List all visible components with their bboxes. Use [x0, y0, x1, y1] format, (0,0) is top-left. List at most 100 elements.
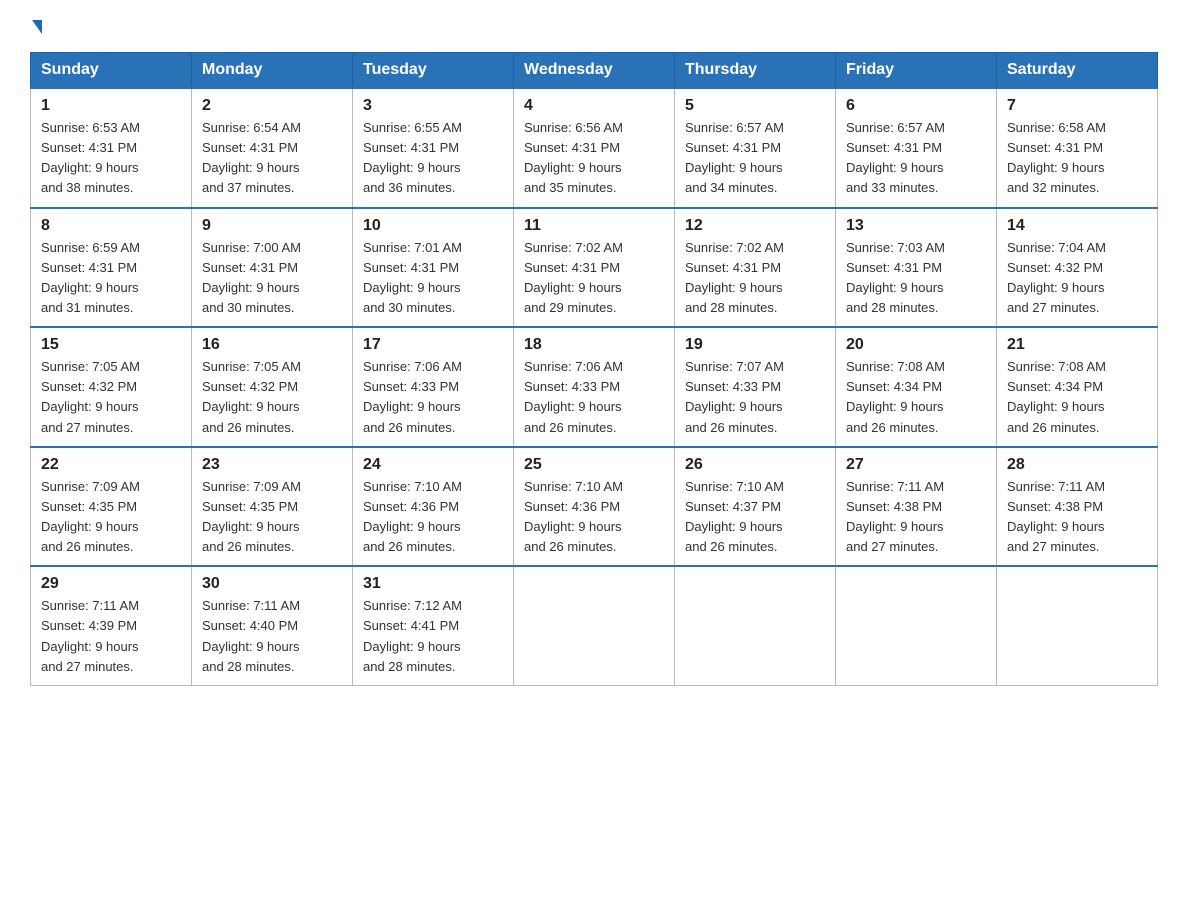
day-number: 11 [524, 217, 664, 235]
calendar-cell: 16 Sunrise: 7:05 AM Sunset: 4:32 PM Dayl… [192, 327, 353, 447]
day-number: 26 [685, 456, 825, 474]
day-number: 13 [846, 217, 986, 235]
day-number: 1 [41, 97, 181, 115]
day-number: 24 [363, 456, 503, 474]
day-info: Sunrise: 7:08 AM Sunset: 4:34 PM Dayligh… [846, 357, 986, 438]
day-number: 27 [846, 456, 986, 474]
header-friday: Friday [836, 53, 997, 89]
day-number: 31 [363, 575, 503, 593]
calendar-cell: 23 Sunrise: 7:09 AM Sunset: 4:35 PM Dayl… [192, 447, 353, 567]
calendar-cell: 17 Sunrise: 7:06 AM Sunset: 4:33 PM Dayl… [353, 327, 514, 447]
calendar-cell: 31 Sunrise: 7:12 AM Sunset: 4:41 PM Dayl… [353, 566, 514, 685]
day-number: 8 [41, 217, 181, 235]
day-number: 19 [685, 336, 825, 354]
day-number: 16 [202, 336, 342, 354]
calendar-cell: 9 Sunrise: 7:00 AM Sunset: 4:31 PM Dayli… [192, 208, 353, 328]
header-sunday: Sunday [31, 53, 192, 89]
calendar-header: SundayMondayTuesdayWednesdayThursdayFrid… [31, 53, 1158, 89]
day-number: 12 [685, 217, 825, 235]
day-number: 14 [1007, 217, 1147, 235]
day-info: Sunrise: 6:53 AM Sunset: 4:31 PM Dayligh… [41, 118, 181, 199]
calendar-cell: 13 Sunrise: 7:03 AM Sunset: 4:31 PM Dayl… [836, 208, 997, 328]
page-header [30, 20, 1158, 34]
week-row-5: 29 Sunrise: 7:11 AM Sunset: 4:39 PM Dayl… [31, 566, 1158, 685]
day-number: 5 [685, 97, 825, 115]
day-number: 6 [846, 97, 986, 115]
day-info: Sunrise: 7:00 AM Sunset: 4:31 PM Dayligh… [202, 238, 342, 319]
day-number: 29 [41, 575, 181, 593]
week-row-4: 22 Sunrise: 7:09 AM Sunset: 4:35 PM Dayl… [31, 447, 1158, 567]
day-number: 4 [524, 97, 664, 115]
day-number: 3 [363, 97, 503, 115]
day-number: 17 [363, 336, 503, 354]
day-number: 15 [41, 336, 181, 354]
day-info: Sunrise: 7:06 AM Sunset: 4:33 PM Dayligh… [524, 357, 664, 438]
day-info: Sunrise: 7:06 AM Sunset: 4:33 PM Dayligh… [363, 357, 503, 438]
day-number: 9 [202, 217, 342, 235]
day-info: Sunrise: 7:11 AM Sunset: 4:38 PM Dayligh… [1007, 477, 1147, 558]
calendar-cell: 14 Sunrise: 7:04 AM Sunset: 4:32 PM Dayl… [997, 208, 1158, 328]
day-info: Sunrise: 7:11 AM Sunset: 4:39 PM Dayligh… [41, 596, 181, 677]
calendar-cell: 5 Sunrise: 6:57 AM Sunset: 4:31 PM Dayli… [675, 88, 836, 208]
calendar-cell: 22 Sunrise: 7:09 AM Sunset: 4:35 PM Dayl… [31, 447, 192, 567]
calendar-cell: 21 Sunrise: 7:08 AM Sunset: 4:34 PM Dayl… [997, 327, 1158, 447]
calendar-cell [514, 566, 675, 685]
day-info: Sunrise: 7:04 AM Sunset: 4:32 PM Dayligh… [1007, 238, 1147, 319]
day-info: Sunrise: 6:57 AM Sunset: 4:31 PM Dayligh… [685, 118, 825, 199]
week-row-2: 8 Sunrise: 6:59 AM Sunset: 4:31 PM Dayli… [31, 208, 1158, 328]
calendar-cell [997, 566, 1158, 685]
day-info: Sunrise: 7:07 AM Sunset: 4:33 PM Dayligh… [685, 357, 825, 438]
day-info: Sunrise: 7:09 AM Sunset: 4:35 PM Dayligh… [41, 477, 181, 558]
day-info: Sunrise: 7:10 AM Sunset: 4:36 PM Dayligh… [363, 477, 503, 558]
logo [30, 20, 42, 34]
day-number: 7 [1007, 97, 1147, 115]
day-info: Sunrise: 6:58 AM Sunset: 4:31 PM Dayligh… [1007, 118, 1147, 199]
calendar-cell [836, 566, 997, 685]
header-saturday: Saturday [997, 53, 1158, 89]
header-monday: Monday [192, 53, 353, 89]
calendar-cell: 11 Sunrise: 7:02 AM Sunset: 4:31 PM Dayl… [514, 208, 675, 328]
calendar-cell: 7 Sunrise: 6:58 AM Sunset: 4:31 PM Dayli… [997, 88, 1158, 208]
day-info: Sunrise: 6:54 AM Sunset: 4:31 PM Dayligh… [202, 118, 342, 199]
header-row: SundayMondayTuesdayWednesdayThursdayFrid… [31, 53, 1158, 89]
day-number: 23 [202, 456, 342, 474]
day-number: 28 [1007, 456, 1147, 474]
day-number: 10 [363, 217, 503, 235]
calendar-cell: 6 Sunrise: 6:57 AM Sunset: 4:31 PM Dayli… [836, 88, 997, 208]
week-row-3: 15 Sunrise: 7:05 AM Sunset: 4:32 PM Dayl… [31, 327, 1158, 447]
header-tuesday: Tuesday [353, 53, 514, 89]
calendar-cell: 29 Sunrise: 7:11 AM Sunset: 4:39 PM Dayl… [31, 566, 192, 685]
day-number: 30 [202, 575, 342, 593]
calendar-cell: 15 Sunrise: 7:05 AM Sunset: 4:32 PM Dayl… [31, 327, 192, 447]
day-info: Sunrise: 6:59 AM Sunset: 4:31 PM Dayligh… [41, 238, 181, 319]
logo-triangle-icon [32, 20, 42, 34]
calendar-cell: 18 Sunrise: 7:06 AM Sunset: 4:33 PM Dayl… [514, 327, 675, 447]
calendar-cell: 1 Sunrise: 6:53 AM Sunset: 4:31 PM Dayli… [31, 88, 192, 208]
day-number: 18 [524, 336, 664, 354]
day-info: Sunrise: 6:55 AM Sunset: 4:31 PM Dayligh… [363, 118, 503, 199]
calendar-cell: 3 Sunrise: 6:55 AM Sunset: 4:31 PM Dayli… [353, 88, 514, 208]
day-info: Sunrise: 7:10 AM Sunset: 4:36 PM Dayligh… [524, 477, 664, 558]
day-number: 20 [846, 336, 986, 354]
day-number: 21 [1007, 336, 1147, 354]
day-info: Sunrise: 6:56 AM Sunset: 4:31 PM Dayligh… [524, 118, 664, 199]
day-info: Sunrise: 7:09 AM Sunset: 4:35 PM Dayligh… [202, 477, 342, 558]
day-info: Sunrise: 7:11 AM Sunset: 4:40 PM Dayligh… [202, 596, 342, 677]
header-thursday: Thursday [675, 53, 836, 89]
day-info: Sunrise: 7:11 AM Sunset: 4:38 PM Dayligh… [846, 477, 986, 558]
day-info: Sunrise: 7:02 AM Sunset: 4:31 PM Dayligh… [524, 238, 664, 319]
day-info: Sunrise: 7:05 AM Sunset: 4:32 PM Dayligh… [202, 357, 342, 438]
calendar-cell: 19 Sunrise: 7:07 AM Sunset: 4:33 PM Dayl… [675, 327, 836, 447]
day-info: Sunrise: 7:03 AM Sunset: 4:31 PM Dayligh… [846, 238, 986, 319]
calendar-cell: 30 Sunrise: 7:11 AM Sunset: 4:40 PM Dayl… [192, 566, 353, 685]
day-info: Sunrise: 7:05 AM Sunset: 4:32 PM Dayligh… [41, 357, 181, 438]
day-info: Sunrise: 7:02 AM Sunset: 4:31 PM Dayligh… [685, 238, 825, 319]
calendar-cell: 24 Sunrise: 7:10 AM Sunset: 4:36 PM Dayl… [353, 447, 514, 567]
calendar-cell: 4 Sunrise: 6:56 AM Sunset: 4:31 PM Dayli… [514, 88, 675, 208]
day-info: Sunrise: 6:57 AM Sunset: 4:31 PM Dayligh… [846, 118, 986, 199]
day-info: Sunrise: 7:12 AM Sunset: 4:41 PM Dayligh… [363, 596, 503, 677]
day-number: 2 [202, 97, 342, 115]
calendar-cell [675, 566, 836, 685]
calendar-table: SundayMondayTuesdayWednesdayThursdayFrid… [30, 52, 1158, 686]
calendar-cell: 2 Sunrise: 6:54 AM Sunset: 4:31 PM Dayli… [192, 88, 353, 208]
